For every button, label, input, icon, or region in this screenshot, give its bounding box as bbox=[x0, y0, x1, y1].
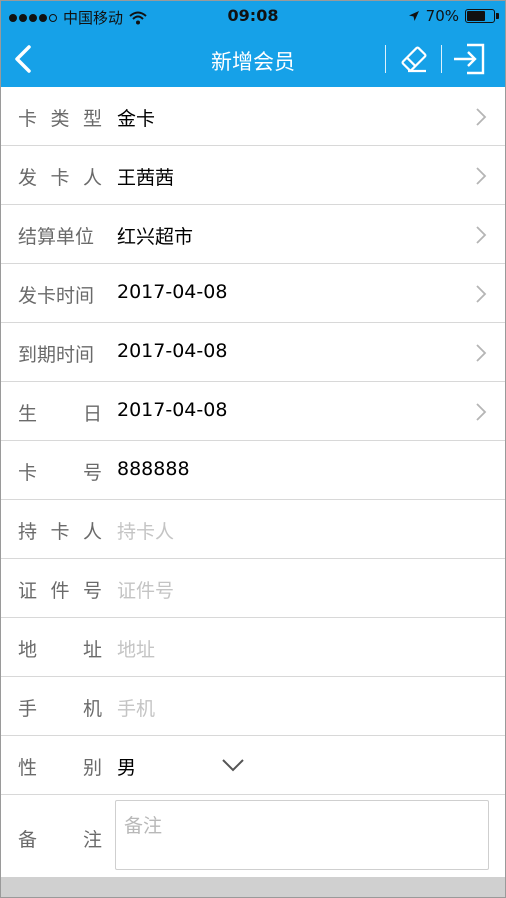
field-label: 卡类型 bbox=[18, 108, 102, 130]
id-number-input[interactable]: 证件号 bbox=[117, 576, 174, 603]
card-number-row: 卡号 888888 bbox=[1, 441, 505, 500]
field-label: 发卡人 bbox=[18, 167, 102, 189]
expiry-time-row[interactable]: 到期时间 2017-04-08 bbox=[1, 323, 505, 382]
field-label: 到期时间 bbox=[18, 344, 95, 366]
birthday-value: 2017-04-08 bbox=[117, 399, 228, 421]
chevron-right-icon bbox=[476, 167, 487, 185]
gender-row[interactable]: 性别 男 bbox=[1, 736, 505, 795]
issuer-row[interactable]: 发卡人 王茜茜 bbox=[1, 146, 505, 205]
battery-percent: 70% bbox=[425, 7, 459, 25]
settlement-unit-value: 红兴超市 bbox=[117, 226, 194, 248]
battery-icon bbox=[465, 9, 499, 23]
chevron-right-icon bbox=[476, 403, 487, 421]
card-type-value: 金卡 bbox=[117, 108, 156, 130]
member-form: 卡类型 金卡 发卡人 王茜茜 结算单位 红兴超市 发卡时间 2017-04-08 bbox=[1, 87, 505, 877]
settlement-unit-row[interactable]: 结算单位 红兴超市 bbox=[1, 205, 505, 264]
status-bar: 中国移动 09:08 70% bbox=[1, 1, 505, 31]
card-number-value: 888888 bbox=[117, 458, 190, 480]
gender-value: 男 bbox=[117, 757, 137, 779]
location-arrow-icon bbox=[408, 11, 419, 21]
issuer-value: 王茜茜 bbox=[117, 167, 175, 189]
chevron-right-icon bbox=[476, 344, 487, 362]
field-label: 手机 bbox=[18, 698, 102, 720]
nav-divider bbox=[385, 45, 386, 73]
field-label: 卡号 bbox=[18, 462, 102, 484]
chevron-right-icon bbox=[476, 108, 487, 126]
field-label: 性别 bbox=[18, 757, 102, 779]
nav-bar: 新增会员 bbox=[1, 31, 505, 87]
field-label: 持卡人 bbox=[18, 521, 102, 543]
mobile-input[interactable]: 手机 bbox=[117, 694, 155, 721]
expiry-time-value: 2017-04-08 bbox=[117, 340, 228, 362]
status-right: 70% bbox=[408, 7, 499, 25]
birthday-row[interactable]: 生日 2017-04-08 bbox=[1, 382, 505, 441]
chevron-right-icon bbox=[476, 285, 487, 303]
address-input[interactable]: 地址 bbox=[117, 635, 155, 662]
field-label: 生日 bbox=[18, 403, 102, 425]
field-label: 发卡时间 bbox=[18, 285, 95, 307]
bottom-bar bbox=[1, 877, 505, 897]
card-type-row[interactable]: 卡类型 金卡 bbox=[1, 87, 505, 146]
clear-button[interactable] bbox=[394, 41, 434, 77]
app-frame: 中国移动 09:08 70% 新增会员 卡 类 型 金卡 发 卡 人 王茜茜 结… bbox=[0, 0, 506, 898]
id-number-row: 证件号 证件号 bbox=[1, 559, 505, 618]
mobile-row: 手机 手机 bbox=[1, 677, 505, 736]
chevron-right-icon bbox=[476, 226, 487, 244]
notes-textarea[interactable] bbox=[115, 800, 489, 870]
nav-divider bbox=[441, 45, 442, 73]
field-label: 证件号 bbox=[18, 580, 102, 602]
holder-input[interactable]: 持卡人 bbox=[117, 517, 174, 544]
issue-time-value: 2017-04-08 bbox=[117, 281, 228, 303]
holder-row: 持卡人 持卡人 bbox=[1, 500, 505, 559]
issue-time-row[interactable]: 发卡时间 2017-04-08 bbox=[1, 264, 505, 323]
field-label: 地址 bbox=[18, 639, 102, 661]
field-label: 结算单位 bbox=[18, 226, 95, 248]
eraser-icon bbox=[401, 46, 427, 73]
field-label: 备注 bbox=[18, 829, 102, 851]
notes-row: 备注 bbox=[1, 795, 505, 877]
sign-in-icon bbox=[454, 43, 485, 75]
chevron-down-icon[interactable] bbox=[221, 758, 245, 772]
submit-button[interactable] bbox=[449, 41, 489, 77]
address-row: 地址 地址 bbox=[1, 618, 505, 677]
